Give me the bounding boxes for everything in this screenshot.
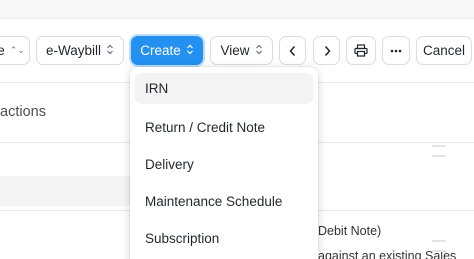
menu-item-maintenance-schedule[interactable]: Maintenance Schedule (135, 186, 313, 217)
scroll-mark (432, 145, 446, 147)
partial-dropdown-button[interactable]: e ⌃⌄ (0, 36, 30, 65)
cancel-button[interactable]: Cancel (416, 36, 472, 65)
shaded-row (0, 176, 140, 206)
create-dropdown-menu: IRN Return / Credit Note Delivery Mainte… (130, 67, 318, 259)
menu-item-label: IRN (145, 81, 169, 96)
menu-item-label: Maintenance Schedule (145, 194, 283, 209)
up-down-chevron-icon: ⌃⌄ (9, 45, 25, 55)
view-label: View (220, 43, 250, 58)
background-text-debit-note: Debit Note) (318, 224, 382, 238)
ewaybill-label: e-Waybill (45, 43, 101, 58)
view-dropdown-button[interactable]: View (210, 36, 273, 65)
scroll-mark (432, 155, 446, 157)
up-down-chevron-icon (186, 43, 194, 58)
ellipsis-icon (390, 49, 402, 53)
top-bar (0, 0, 474, 19)
create-dropdown-button[interactable]: Create (131, 36, 203, 65)
chevron-right-icon (322, 45, 332, 57)
printer-icon (354, 44, 368, 57)
menu-item-return-credit-note[interactable]: Return / Credit Note (135, 112, 313, 143)
print-button[interactable] (346, 36, 376, 65)
create-label: Create (140, 43, 181, 58)
menu-item-subscription[interactable]: Subscription (135, 223, 313, 254)
partial-dropdown-label: e (0, 43, 5, 58)
next-button[interactable] (313, 36, 340, 65)
chevron-left-icon (288, 45, 298, 57)
ewaybill-dropdown-button[interactable]: e-Waybill (36, 36, 124, 65)
cancel-label: Cancel (422, 43, 466, 58)
scroll-mark (432, 240, 446, 242)
section-heading: actions (0, 104, 46, 120)
up-down-chevron-icon (255, 43, 263, 58)
up-down-chevron-icon (106, 43, 114, 58)
page: e ⌃⌄ e-Waybill Create View (0, 0, 474, 259)
menu-item-label: Delivery (145, 157, 194, 172)
more-actions-button[interactable] (382, 36, 410, 65)
menu-item-label: Return / Credit Note (145, 120, 266, 135)
menu-item-irn[interactable]: IRN (135, 73, 313, 104)
menu-item-label: Subscription (145, 231, 220, 246)
previous-button[interactable] (279, 36, 306, 65)
scroll-mark (432, 250, 446, 252)
menu-item-delivery[interactable]: Delivery (135, 149, 313, 180)
